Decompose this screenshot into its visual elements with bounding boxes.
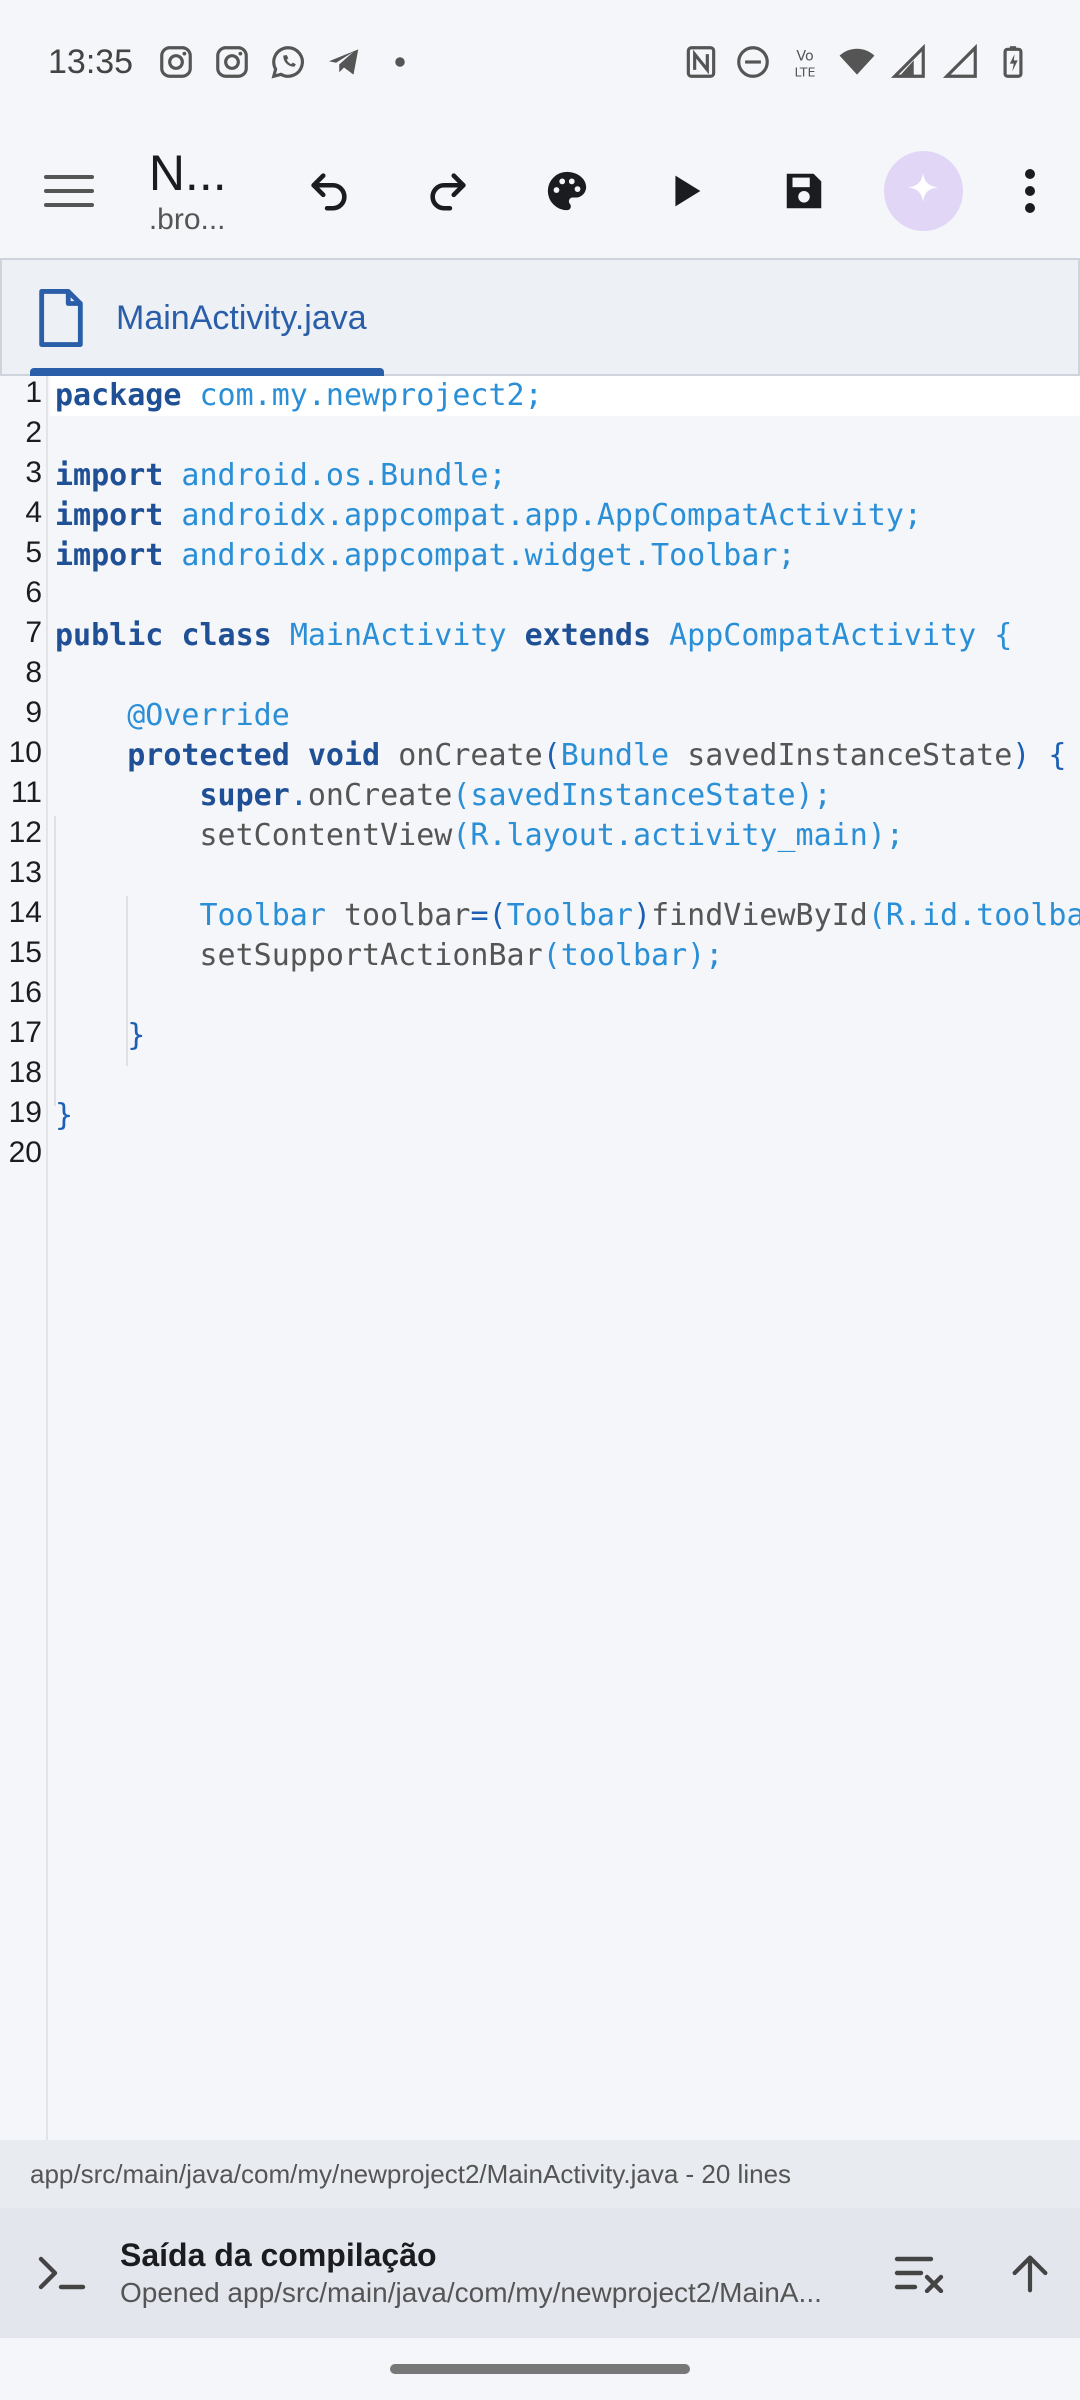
app-bar: N... .bro... xyxy=(0,124,1080,258)
code-line-1: package com.my.newproject2; xyxy=(55,378,543,413)
line-number: 7 xyxy=(25,616,42,649)
line-number: 11 xyxy=(10,776,42,809)
volte-icon: Vo LTE xyxy=(786,43,824,81)
file-path-text: app/src/main/java/com/my/newproject2/Mai… xyxy=(30,2158,792,2189)
more-options-button[interactable] xyxy=(1001,141,1060,241)
instagram-icon xyxy=(157,43,195,81)
telegram-icon xyxy=(325,43,363,81)
svg-text:Vo: Vo xyxy=(796,48,813,64)
whatsapp-icon xyxy=(269,43,307,81)
line-number: 15 xyxy=(8,936,42,969)
project-title: N... xyxy=(148,145,227,201)
palette-icon xyxy=(547,171,586,211)
redo-icon xyxy=(430,173,466,211)
code-line-5: import androidx.appcompat.widget.Toolbar… xyxy=(55,538,796,573)
play-icon xyxy=(675,175,701,207)
code-line-7: public class MainActivity extends AppCom… xyxy=(55,618,1013,653)
code-line-11: super.onCreate(savedInstanceState); xyxy=(199,778,832,813)
terminal-icon xyxy=(22,2233,102,2313)
clear-all-icon xyxy=(894,2256,944,2293)
file-path-bar: app/src/main/java/com/my/newproject2/Mai… xyxy=(0,2140,1080,2208)
code-line-17: } xyxy=(127,1018,146,1053)
signal-icon xyxy=(942,43,980,81)
line-number: 8 xyxy=(25,656,42,689)
code-line-10: protected void onCreate(Bundle savedInst… xyxy=(127,738,1067,773)
line-number: 1 xyxy=(25,376,42,409)
code-line-14: Toolbar toolbar=(Toolbar)findViewById(R.… xyxy=(199,898,1080,933)
active-tab-indicator xyxy=(30,368,384,376)
redo-button[interactable] xyxy=(398,141,497,241)
sparkle-icon xyxy=(908,172,938,202)
file-icon xyxy=(39,289,83,347)
expand-panel-button[interactable] xyxy=(990,2233,1070,2313)
battery-charging-icon xyxy=(994,43,1032,81)
instagram-icon xyxy=(213,43,251,81)
signal-icon xyxy=(890,43,928,81)
line-number: 2 xyxy=(25,416,42,449)
theme-button[interactable] xyxy=(517,141,616,241)
project-subtitle: .bro... xyxy=(148,203,226,236)
line-number: 16 xyxy=(8,976,42,1009)
code-line-9: @Override xyxy=(127,698,290,733)
status-time: 13:35 xyxy=(48,42,134,81)
more-vert-icon xyxy=(1025,169,1036,213)
build-output-title: Saída da compilação xyxy=(120,2237,437,2273)
menu-button[interactable] xyxy=(20,141,119,241)
line-number: 5 xyxy=(25,536,42,569)
status-bar: 13:35 Vo LTE xyxy=(0,0,1080,124)
more-notifications-dot-icon xyxy=(381,43,419,81)
wifi-icon xyxy=(838,43,876,81)
undo-icon xyxy=(311,173,347,211)
save-button[interactable] xyxy=(755,141,854,241)
line-number: 14 xyxy=(8,896,42,929)
code-line-12: setContentView(R.layout.activity_main); xyxy=(199,818,904,853)
do-not-disturb-icon xyxy=(734,43,772,81)
arrow-up-icon xyxy=(1012,2255,1048,2293)
line-number-gutter: 1 2 3 4 5 6 7 8 9 10 11 12 13 14 15 16 1… xyxy=(0,376,48,2140)
tab-mainactivity-java[interactable]: MainActivity.java xyxy=(32,260,386,376)
nfc-icon xyxy=(682,43,720,81)
code-line-19: } xyxy=(55,1098,74,1133)
hamburger-menu-icon xyxy=(44,175,95,207)
build-output-panel[interactable]: Saída da compilação Opened app/src/main/… xyxy=(0,2208,1080,2338)
code-line-3: import android.os.Bundle; xyxy=(55,458,507,493)
line-number: 4 xyxy=(25,496,42,529)
code-line-15: setSupportActionBar(toolbar); xyxy=(199,938,724,973)
tab-label: MainActivity.java xyxy=(116,298,367,337)
system-icons: Vo LTE xyxy=(682,43,1032,81)
line-number: 6 xyxy=(25,576,42,609)
project-title-block[interactable]: N... .bro... xyxy=(149,144,248,238)
save-icon xyxy=(787,173,822,209)
line-number: 13 xyxy=(8,856,42,889)
build-output-text: Saída da compilação Opened app/src/main/… xyxy=(120,2235,860,2311)
line-number: 12 xyxy=(8,816,42,849)
line-number: 19 xyxy=(8,1096,42,1129)
line-number: 18 xyxy=(8,1056,42,1089)
line-number: 10 xyxy=(8,736,42,769)
line-number: 17 xyxy=(8,1016,42,1049)
line-number: 20 xyxy=(8,1136,42,1169)
run-button[interactable] xyxy=(636,141,735,241)
ai-assistant-button[interactable] xyxy=(883,151,963,231)
line-number: 9 xyxy=(25,696,42,729)
undo-button[interactable] xyxy=(280,141,379,241)
file-tab-bar: MainActivity.java xyxy=(0,258,1080,376)
line-number: 3 xyxy=(25,456,42,489)
svg-text:LTE: LTE xyxy=(794,64,815,79)
code-editor[interactable]: 1 2 3 4 5 6 7 8 9 10 11 12 13 14 15 16 1… xyxy=(0,376,1080,2140)
notification-icons xyxy=(157,43,419,81)
gesture-nav-handle[interactable] xyxy=(390,2364,690,2374)
code-line-4: import androidx.appcompat.app.AppCompatA… xyxy=(55,498,922,533)
build-output-message: Opened app/src/main/java/com/my/newproje… xyxy=(120,2277,822,2308)
clear-output-button[interactable] xyxy=(880,2233,960,2313)
